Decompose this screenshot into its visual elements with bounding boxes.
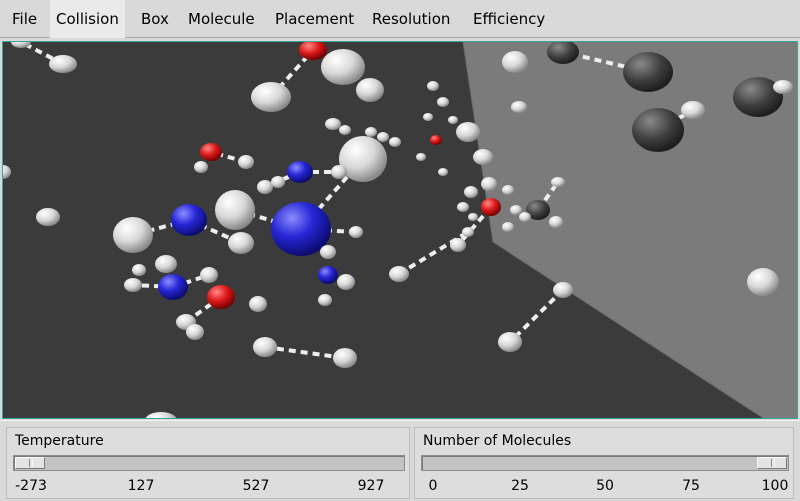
simulation-viewport[interactable] [2, 41, 798, 419]
hydrogen-atom [502, 222, 514, 232]
molecules-tick: 0 [428, 478, 438, 494]
molecule-scene [3, 42, 797, 418]
hydrogen-atom [365, 127, 377, 137]
menu-box[interactable]: Box [135, 0, 175, 38]
hydrogen-atom [456, 122, 480, 142]
shadowed-atom [632, 108, 684, 152]
temperature-panel: Temperature -273 127 527 927 [6, 427, 410, 499]
nitrogen-atom [287, 161, 313, 183]
oxygen-atom [430, 135, 442, 145]
hydrogen-atom [450, 238, 466, 252]
nitrogen-atom [158, 274, 188, 300]
hydrogen-atom [468, 213, 478, 221]
oxygen-atom [207, 285, 235, 309]
hydrogen-atom [339, 125, 351, 135]
molecules-tick: 75 [682, 478, 700, 494]
hydrogen-atom [124, 278, 142, 292]
hydrogen-atom [253, 337, 277, 357]
menu-bar: File Collision Box Molecule Placement Re… [0, 0, 800, 38]
shadowed-atom [623, 52, 673, 92]
hydrogen-atom [356, 78, 384, 102]
oxygen-atom [200, 143, 222, 161]
hydrogen-atom [416, 153, 426, 161]
hydrogen-atom [553, 282, 573, 298]
hydrogen-atom [257, 180, 273, 194]
hydrogen-atom [251, 82, 291, 112]
temperature-tick: 927 [357, 478, 385, 494]
hydrogen-atom [186, 324, 204, 340]
hydrogen-atom [49, 55, 77, 73]
temperature-label: Temperature [15, 433, 104, 449]
nitrogen-atom [318, 266, 338, 284]
menu-molecule[interactable]: Molecule [182, 0, 261, 38]
nitrogen-atom [171, 204, 207, 236]
molecules-tick: 50 [596, 478, 614, 494]
hydrogen-atom [427, 81, 439, 91]
hydrogen-atom [551, 177, 565, 187]
molecules-slider-thumb[interactable] [757, 457, 787, 469]
hydrogen-atom [437, 97, 449, 107]
hydrogen-atom [228, 232, 254, 254]
hydrogen-atom [339, 136, 387, 182]
hydrogen-atom [271, 176, 285, 188]
hydrogen-atom [502, 185, 514, 195]
molecules-tick: 25 [511, 478, 529, 494]
menu-collision[interactable]: Collision [50, 0, 125, 38]
hydrogen-atom [481, 177, 497, 191]
hydrogen-atom [389, 266, 409, 282]
hydrogen-atom [215, 190, 255, 230]
menu-file[interactable]: File [6, 0, 43, 38]
oxygen-atom [481, 198, 501, 216]
molecules-tick: 100 [761, 478, 789, 494]
temperature-slider[interactable] [13, 455, 405, 471]
hydrogen-atom [331, 165, 347, 179]
hydrogen-atom [473, 149, 493, 165]
hydrogen-atom [321, 49, 365, 85]
hydrogen-atom [194, 161, 208, 173]
molecules-panel: Number of Molecules 0 25 50 75 100 [414, 427, 794, 499]
hydrogen-atom [200, 267, 218, 283]
hydrogen-atom [462, 227, 474, 237]
hydrogen-atom [132, 264, 146, 276]
hydrogen-atom [549, 216, 563, 228]
hydrogen-atom [457, 202, 469, 212]
temperature-slider-thumb[interactable] [15, 457, 45, 469]
control-panel: Temperature -273 127 527 927 Number of M… [0, 420, 800, 501]
molecules-slider[interactable] [421, 455, 789, 471]
hydrogen-atom [438, 168, 448, 176]
hydrogen-atom [155, 255, 177, 273]
hydrogen-atom [502, 51, 528, 73]
hydrogen-atom [511, 101, 527, 113]
hydrogen-atom [464, 186, 478, 198]
hydrogen-atom [36, 208, 60, 226]
hydrogen-atom [519, 212, 531, 222]
hydrogen-atom [448, 116, 458, 124]
hydrogen-atom [681, 101, 705, 119]
menu-resolution[interactable]: Resolution [366, 0, 456, 38]
molecules-label: Number of Molecules [423, 433, 572, 449]
hydrogen-atom [349, 226, 363, 238]
temperature-tick: 127 [127, 478, 155, 494]
hydrogen-atom [238, 155, 254, 169]
hydrogen-atom [377, 132, 389, 142]
hydrogen-atom [320, 245, 336, 259]
hydrogen-atom [325, 118, 341, 130]
hydrogen-atom [389, 137, 401, 147]
hydrogen-atom [510, 205, 522, 215]
hydrogen-atom [249, 296, 267, 312]
hydrogen-atom [333, 348, 357, 368]
hydrogen-atom [773, 80, 793, 94]
hydrogen-atom [747, 268, 779, 296]
temperature-tick: 527 [242, 478, 270, 494]
hydrogen-atom [498, 332, 522, 352]
temperature-tick: -273 [15, 478, 47, 494]
hydrogen-atom [113, 217, 153, 253]
menu-placement[interactable]: Placement [269, 0, 360, 38]
hydrogen-atom [318, 294, 332, 306]
hydrogen-atom [423, 113, 433, 121]
hydrogen-atom [337, 274, 355, 290]
menu-efficiency[interactable]: Efficiency [467, 0, 551, 38]
